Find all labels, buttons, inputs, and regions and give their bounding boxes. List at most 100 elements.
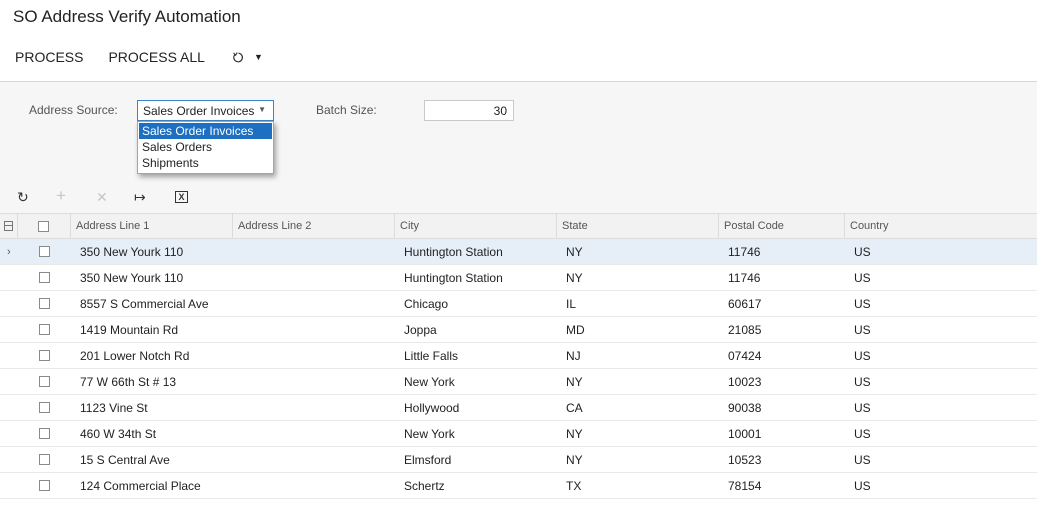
column-header-address-line-1[interactable]: Address Line 1	[71, 214, 233, 239]
process-all-button[interactable]: PROCESS ALL	[108, 49, 205, 65]
row-selector-header[interactable]	[0, 214, 18, 239]
cell-country[interactable]: US	[845, 447, 1037, 472]
cell-postal-code[interactable]: 11746	[719, 239, 845, 264]
cell-address-line-2[interactable]	[233, 343, 395, 368]
cell-postal-code[interactable]: 11746	[719, 265, 845, 290]
option-sales-orders[interactable]: Sales Orders	[138, 139, 273, 155]
delete-row-icon[interactable]: ✕	[96, 189, 108, 206]
row-checkbox[interactable]	[39, 272, 50, 283]
row-checkbox[interactable]	[39, 324, 50, 335]
cell-postal-code[interactable]: 90038	[719, 395, 845, 420]
cell-country[interactable]: US	[845, 395, 1037, 420]
row-checkbox[interactable]	[39, 428, 50, 439]
process-button[interactable]: PROCESS	[15, 49, 83, 65]
cell-city[interactable]: Chicago	[395, 291, 557, 316]
cell-city[interactable]: New York	[395, 421, 557, 446]
cell-city[interactable]: Schertz	[395, 473, 557, 498]
cell-address-line-2[interactable]	[233, 291, 395, 316]
table-row[interactable]: 124 Commercial Place Schertz TX 78154 US	[0, 473, 1037, 499]
option-shipments[interactable]: Shipments	[138, 155, 273, 171]
cell-address-line-2[interactable]	[233, 395, 395, 420]
cell-address-line-2[interactable]	[233, 473, 395, 498]
cell-city[interactable]: Little Falls	[395, 343, 557, 368]
cell-postal-code[interactable]: 10023	[719, 369, 845, 394]
cell-address-line-2[interactable]	[233, 447, 395, 472]
cell-city[interactable]: Huntington Station	[395, 265, 557, 290]
option-sales-order-invoices[interactable]: Sales Order Invoices	[139, 123, 272, 139]
cell-address-line-2[interactable]	[233, 369, 395, 394]
row-checkbox[interactable]	[39, 350, 50, 361]
table-row[interactable]: 350 New Yourk 110 Huntington Station NY 117…	[0, 265, 1037, 291]
cell-country[interactable]: US	[845, 421, 1037, 446]
row-checkbox[interactable]	[39, 246, 50, 257]
cell-postal-code[interactable]: 07424	[719, 343, 845, 368]
cell-address-line-2[interactable]	[233, 239, 395, 264]
caret-down-icon[interactable]: ▼	[254, 52, 263, 62]
cell-address-line-1[interactable]: 8557 S Commercial Ave	[71, 291, 233, 316]
cell-state[interactable]: NY	[557, 239, 719, 264]
table-row[interactable]: 15 S Central Ave Elmsford NY 10523 US	[0, 447, 1037, 473]
cell-state[interactable]: NJ	[557, 343, 719, 368]
cell-postal-code[interactable]: 60617	[719, 291, 845, 316]
table-row[interactable]: 1123 Vine St Hollywood CA 90038 US	[0, 395, 1037, 421]
address-source-select[interactable]: Sales Order Invoices ▼	[137, 100, 274, 121]
cell-country[interactable]: US	[845, 317, 1037, 342]
cell-address-line-1[interactable]: 1419 Mountain Rd	[71, 317, 233, 342]
table-row[interactable]: 460 W 34th St New York NY 10001 US	[0, 421, 1037, 447]
cell-postal-code[interactable]: 78154	[719, 473, 845, 498]
cell-postal-code[interactable]: 10523	[719, 447, 845, 472]
cell-city[interactable]: Elmsford	[395, 447, 557, 472]
cell-address-line-1[interactable]: 124 Commercial Place	[71, 473, 233, 498]
cell-country[interactable]: US	[845, 369, 1037, 394]
cell-address-line-1[interactable]: 460 W 34th St	[71, 421, 233, 446]
batch-size-input[interactable]: 30	[424, 100, 514, 121]
row-checkbox[interactable]	[39, 454, 50, 465]
cell-address-line-1[interactable]: 1123 Vine St	[71, 395, 233, 420]
cell-address-line-1[interactable]: 350 New Yourk 110	[71, 265, 233, 290]
select-all-checkbox[interactable]	[38, 221, 49, 232]
cell-country[interactable]: US	[845, 265, 1037, 290]
add-row-icon[interactable]: +	[56, 186, 66, 206]
cell-postal-code[interactable]: 10001	[719, 421, 845, 446]
cell-address-line-1[interactable]: 15 S Central Ave	[71, 447, 233, 472]
cell-address-line-2[interactable]	[233, 317, 395, 342]
column-header-city[interactable]: City	[395, 214, 557, 239]
row-checkbox[interactable]	[39, 376, 50, 387]
refresh-icon[interactable]: ↻	[17, 189, 29, 206]
cell-country[interactable]: US	[845, 343, 1037, 368]
cell-country[interactable]: US	[845, 291, 1037, 316]
cell-state[interactable]: NY	[557, 421, 719, 446]
cell-address-line-1[interactable]: 201 Lower Notch Rd	[71, 343, 233, 368]
row-checkbox[interactable]	[39, 480, 50, 491]
cell-state[interactable]: IL	[557, 291, 719, 316]
column-header-address-line-2[interactable]: Address Line 2	[233, 214, 395, 239]
column-header-postal-code[interactable]: Postal Code	[719, 214, 845, 239]
cell-city[interactable]: New York	[395, 369, 557, 394]
row-checkbox[interactable]	[39, 298, 50, 309]
cell-postal-code[interactable]: 21085	[719, 317, 845, 342]
cell-state[interactable]: NY	[557, 369, 719, 394]
fit-columns-icon[interactable]: ↦	[134, 189, 146, 206]
cell-city[interactable]: Joppa	[395, 317, 557, 342]
cell-address-line-2[interactable]	[233, 421, 395, 446]
cell-address-line-2[interactable]	[233, 265, 395, 290]
cell-country[interactable]: US	[845, 239, 1037, 264]
table-row[interactable]: 201 Lower Notch Rd Little Falls NJ 07424 US	[0, 343, 1037, 369]
cell-state[interactable]: CA	[557, 395, 719, 420]
cell-state[interactable]: MD	[557, 317, 719, 342]
cell-address-line-1[interactable]: 77 W 66th St # 13	[71, 369, 233, 394]
table-row[interactable]: 77 W 66th St # 13 New York NY 10023 US	[0, 369, 1037, 395]
column-header-country[interactable]: Country	[845, 214, 1037, 239]
cell-state[interactable]: NY	[557, 265, 719, 290]
undo-menu-button[interactable]: ▼	[232, 51, 263, 64]
cell-city[interactable]: Huntington Station	[395, 239, 557, 264]
table-row[interactable]: 8557 S Commercial Ave Chicago IL 60617 US	[0, 291, 1037, 317]
cell-city[interactable]: Hollywood	[395, 395, 557, 420]
table-row[interactable]: 1419 Mountain Rd Joppa MD 21085 US	[0, 317, 1037, 343]
cell-country[interactable]: US	[845, 473, 1037, 498]
cell-state[interactable]: TX	[557, 473, 719, 498]
table-row[interactable]: › 350 New Yourk 110 Huntington Station NY 11…	[0, 239, 1037, 265]
row-checkbox[interactable]	[39, 402, 50, 413]
cell-state[interactable]: NY	[557, 447, 719, 472]
cell-address-line-1[interactable]: 350 New Yourk 110	[71, 239, 233, 264]
